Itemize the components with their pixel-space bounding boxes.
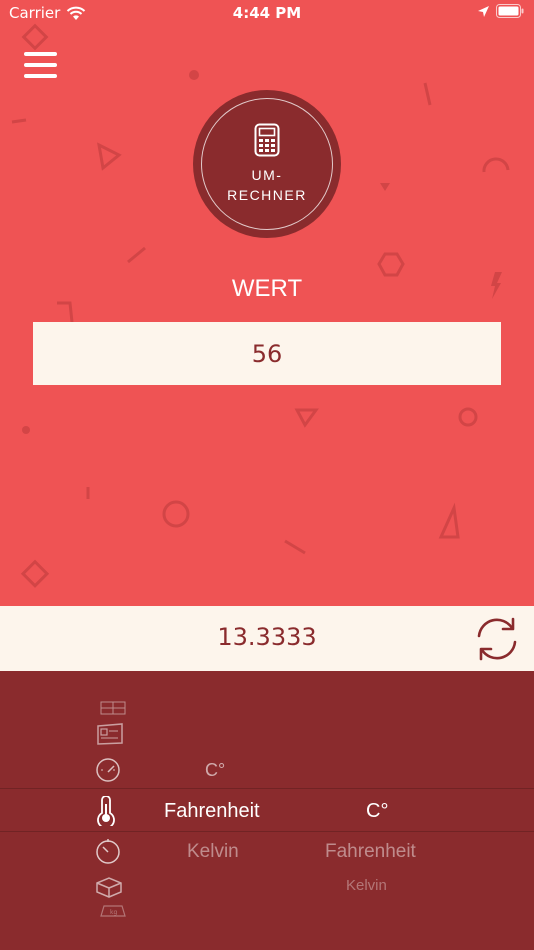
volume-icon[interactable] — [95, 876, 123, 898]
from-unit-option[interactable]: Kelvin — [187, 841, 239, 863]
menu-icon-bar — [24, 63, 57, 67]
result-value: 13.3333 — [217, 623, 317, 651]
to-unit-selected[interactable]: C° — [366, 800, 388, 823]
area-icon[interactable] — [96, 723, 124, 745]
result-bar: 13.3333 — [0, 606, 534, 671]
value-input[interactable] — [33, 322, 501, 385]
ruler-icon[interactable] — [100, 701, 126, 715]
calculator-icon — [254, 123, 280, 157]
time-icon[interactable] — [94, 837, 122, 865]
svg-text:kg: kg — [110, 909, 117, 916]
app-logo: UM- RECHNER — [193, 90, 341, 238]
weight-icon[interactable]: kg — [100, 904, 126, 918]
from-unit-option[interactable]: C° — [205, 760, 225, 781]
logo-line-2: RECHNER — [227, 187, 307, 203]
swap-units-icon[interactable] — [472, 614, 522, 664]
temperature-icon[interactable] — [92, 796, 120, 826]
menu-icon-bar — [24, 52, 57, 56]
from-unit-selected[interactable]: Fahrenheit — [164, 800, 260, 823]
unit-picker[interactable]: kg C° Fahrenheit Kelvin C° Fahrenheit Ke… — [0, 671, 534, 950]
speed-icon[interactable] — [94, 757, 122, 783]
logo-text: UM- RECHNER — [227, 165, 307, 205]
to-unit-option[interactable]: Fahrenheit — [325, 841, 416, 863]
menu-button[interactable] — [24, 52, 60, 84]
value-label: WERT — [231, 275, 303, 302]
to-unit-option[interactable]: Kelvin — [346, 877, 387, 894]
picker-selection-band — [0, 788, 534, 832]
logo-line-1: UM- — [251, 167, 283, 183]
menu-icon-bar — [24, 74, 57, 78]
